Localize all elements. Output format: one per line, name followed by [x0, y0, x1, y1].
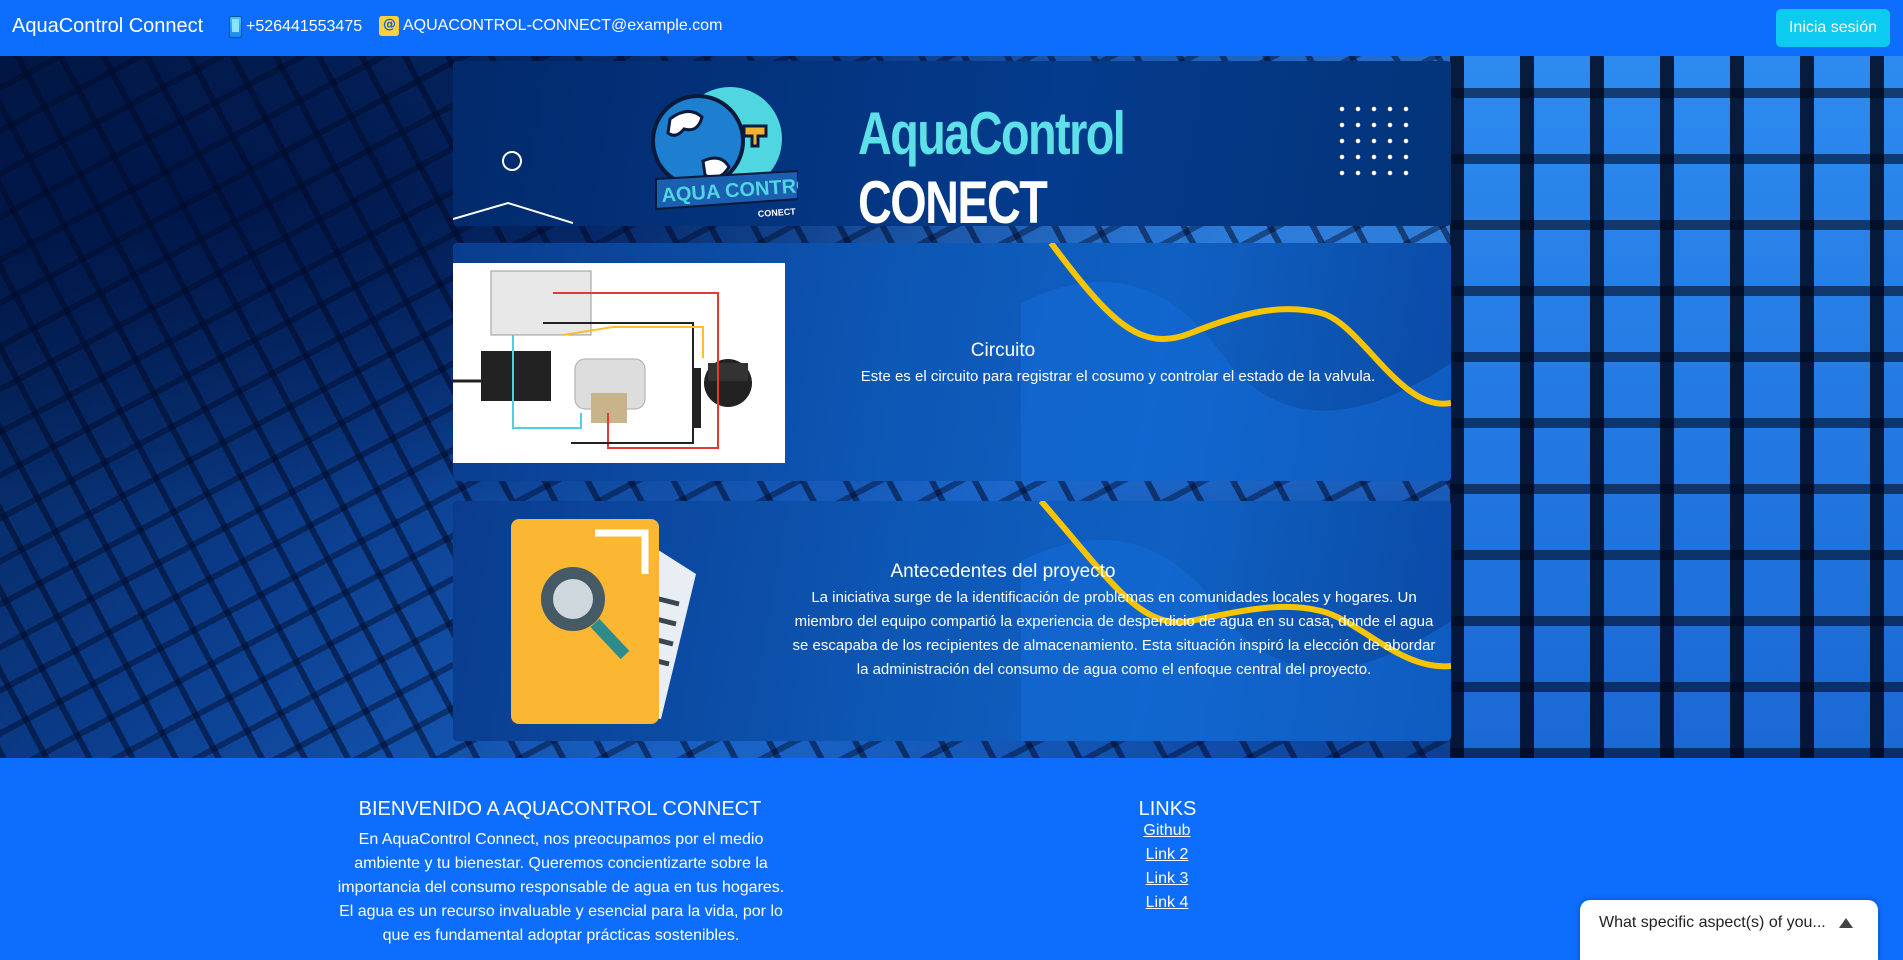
banner-title-aqua: AquaControl: [858, 100, 1126, 167]
footer-text: En AquaControl Connect, nos preocupamos …: [337, 831, 785, 944]
phone-contact: +526441553475: [229, 16, 362, 38]
history-title: Antecedentes del proyecto: [890, 561, 1116, 582]
link-github[interactable]: Github: [1112, 822, 1222, 840]
banner-card: AQUA CONTROL CONECT AquaControl CONECT: [453, 61, 1451, 226]
link-3[interactable]: Link 3: [1112, 870, 1222, 888]
circuit-text: Este es el circuito para registrar el co…: [860, 368, 1376, 385]
email-icon: [379, 16, 399, 36]
chevron-up-icon[interactable]: [1839, 918, 1853, 928]
document-search-illustration: [511, 519, 696, 724]
circuit-title: Circuito: [970, 340, 1036, 361]
phone-icon: [229, 16, 242, 38]
email-address: AQUACONTROL-CONNECT@example.com: [403, 17, 723, 34]
history-text: La iniciativa surge de la identificación…: [792, 589, 1436, 678]
login-button[interactable]: Inicia sesión: [1776, 9, 1890, 47]
logo-text-sub: CONECT: [757, 206, 796, 219]
circuit-card: Circuito Este es el circuito para regist…: [453, 243, 1451, 481]
banner-title-conect: CONECT: [858, 169, 1048, 226]
history-card: Antecedentes del proyecto La iniciativa …: [453, 501, 1451, 741]
circuit-diagram: [453, 270, 752, 449]
phone-number: +526441553475: [246, 18, 363, 35]
logo-wordmark: AQUA CONTROL CONECT: [655, 169, 798, 219]
footer-title: BIENVENIDO A AQUACONTROL CONNECT: [358, 798, 762, 820]
ring-decoration: [502, 151, 522, 171]
link-2[interactable]: Link 2: [1112, 846, 1222, 864]
line-decoration: [453, 201, 573, 224]
dot-grid-decoration: [1334, 101, 1414, 181]
aquacontrol-logo: AQUA CONTROL CONECT: [651, 87, 798, 219]
email-contact: AQUACONTROL-CONNECT@example.com: [379, 16, 722, 36]
links-title: LINKS: [1138, 798, 1197, 820]
navbar: AquaControl Connect +526441553475 AQUACO…: [0, 0, 1903, 56]
brand-link[interactable]: AquaControl Connect: [12, 15, 203, 38]
circuit-image: [453, 263, 785, 463]
chat-widget[interactable]: What specific aspect(s) of you...: [1580, 900, 1878, 960]
chat-widget-text: What specific aspect(s) of you...: [1599, 914, 1826, 931]
wave-decoration: [1021, 243, 1451, 481]
banner-title: AquaControl CONECT: [858, 99, 1321, 226]
link-4[interactable]: Link 4: [1112, 894, 1222, 912]
hero-background-blocks: [1450, 56, 1903, 758]
